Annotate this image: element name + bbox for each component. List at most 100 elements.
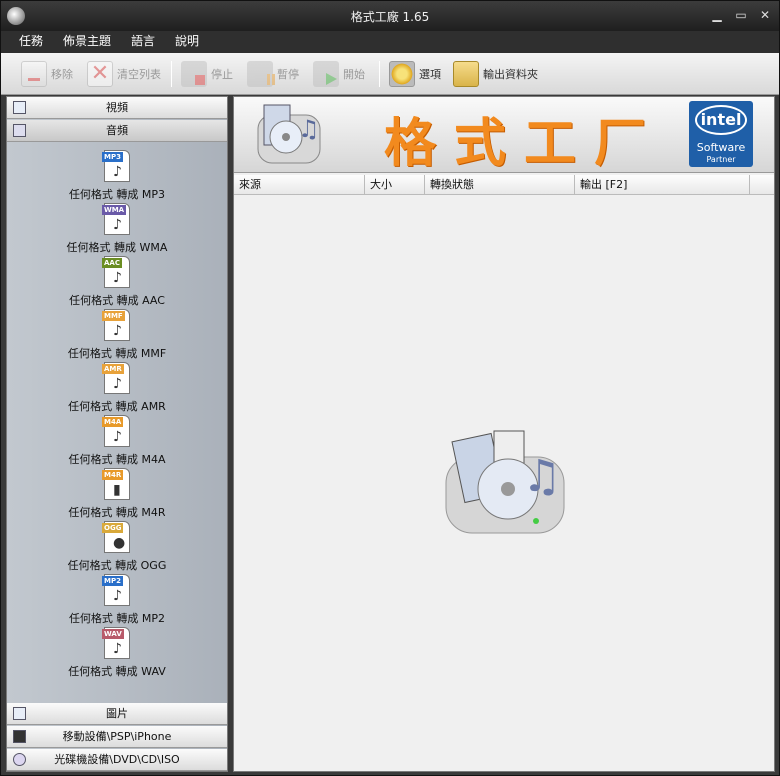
mp3-file-icon: MP3 ♪: [102, 150, 130, 182]
format-tag: MP2: [102, 576, 123, 586]
format-item-ogg[interactable]: OGG ● 任何格式 轉成 OGG: [7, 521, 227, 573]
intel-partner-badge[interactable]: intel Software Partner: [689, 101, 753, 167]
category-disc[interactable]: 光碟機設備\DVD\CD\ISO: [7, 749, 227, 771]
close-button[interactable]: ✕: [757, 8, 773, 22]
format-item-wav[interactable]: WAV ♪ 任何格式 轉成 WAV: [7, 627, 227, 679]
format-tag: WMA: [102, 205, 127, 215]
format-tag: OGG: [102, 523, 124, 533]
format-tag: AAC: [102, 258, 122, 268]
stop-button[interactable]: 停止: [181, 59, 233, 89]
stop-icon: [181, 61, 207, 87]
clear-list-button[interactable]: ✕ 清空列表: [87, 59, 161, 89]
mobile-device-icon: [13, 730, 26, 743]
toolbar-separator: [379, 61, 380, 87]
format-label: 任何格式 轉成 OGG: [67, 559, 167, 572]
format-label: 任何格式 轉成 MMF: [67, 347, 167, 360]
start-icon: [313, 61, 339, 87]
m4a-file-icon: M4A ♪: [102, 415, 130, 447]
format-item-mmf[interactable]: MMF ♪ 任何格式 轉成 MMF: [7, 309, 227, 361]
remove-icon: [21, 61, 47, 87]
wma-file-icon: WMA ♪: [102, 203, 130, 235]
mmf-file-icon: MMF ♪: [102, 309, 130, 341]
format-item-aac[interactable]: AAC ♪ 任何格式 轉成 AAC: [7, 256, 227, 308]
format-label: 任何格式 轉成 WAV: [68, 665, 166, 678]
output-folder-button[interactable]: 輸出資料夾: [453, 59, 538, 89]
remove-button[interactable]: 移除: [21, 59, 73, 89]
format-tag: MMF: [102, 311, 125, 321]
ogg-file-icon: OGG ●: [102, 521, 130, 553]
format-tag: AMR: [102, 364, 124, 374]
toolbar-separator: [171, 61, 172, 87]
column-extra[interactable]: [750, 175, 774, 195]
options-button[interactable]: 選項: [389, 59, 441, 89]
start-button[interactable]: 開始: [313, 59, 365, 89]
m4r-file-icon: M4R ▮: [102, 468, 130, 500]
task-table-header: 來源 大小 轉換狀態 輸出 [F2]: [234, 175, 774, 195]
svg-text:♫: ♫: [522, 451, 561, 502]
category-audio-label: 音頻: [106, 124, 128, 137]
window-title: 格式工廠 1.65: [350, 10, 430, 24]
toolbar: 移除 ✕ 清空列表 停止 暫停 開始 選項 輸出資料夾: [1, 53, 779, 95]
category-audio[interactable]: 音頻: [7, 120, 227, 142]
folder-icon: [453, 61, 479, 87]
mp2-file-icon: MP2 ♪: [102, 574, 130, 606]
category-picture-label: 圖片: [106, 707, 128, 720]
pause-button[interactable]: 暫停: [247, 59, 299, 89]
column-output[interactable]: 輸出 [F2]: [575, 175, 750, 195]
format-tag: WAV: [102, 629, 124, 639]
category-picture[interactable]: 圖片: [7, 703, 227, 725]
output-folder-label: 輸出資料夾: [483, 68, 538, 81]
task-panel: ♫ 格式工厂 intel Software Partner 來源 大小 轉換狀態…: [233, 96, 775, 772]
format-item-mp3[interactable]: MP3 ♪ 任何格式 轉成 MP3: [7, 150, 227, 202]
format-tag: M4A: [102, 417, 124, 427]
music-note-icon: [13, 124, 26, 137]
column-size[interactable]: 大小: [365, 175, 425, 195]
start-label: 開始: [343, 68, 365, 81]
brand-title: 格式工厂: [384, 113, 665, 174]
svg-text:♫: ♫: [298, 115, 320, 143]
category-mobile[interactable]: 移動設備\PSP\iPhone: [7, 726, 227, 748]
gear-icon: [389, 61, 415, 87]
menu-task[interactable]: 任務: [13, 31, 49, 51]
format-label: 任何格式 轉成 MP2: [68, 612, 166, 625]
minimize-button[interactable]: ▁: [709, 8, 725, 22]
maximize-button[interactable]: ▭: [733, 8, 749, 22]
format-item-m4r[interactable]: M4R ▮ 任何格式 轉成 M4R: [7, 468, 227, 520]
format-label: 任何格式 轉成 AMR: [68, 400, 166, 413]
format-tag: MP3: [102, 152, 123, 162]
pause-icon: [247, 61, 273, 87]
column-status[interactable]: 轉換狀態: [425, 175, 575, 195]
clear-list-label: 清空列表: [117, 68, 161, 81]
clear-list-icon: ✕: [87, 61, 113, 87]
format-label: 任何格式 轉成 AAC: [69, 294, 165, 307]
intel-word: intel: [700, 110, 742, 129]
banner: ♫ 格式工厂 intel Software Partner: [234, 97, 774, 174]
format-label: 任何格式 轉成 WMA: [66, 241, 168, 254]
menu-help[interactable]: 說明: [169, 31, 205, 51]
amr-file-icon: AMR ♪: [102, 362, 130, 394]
menu-bar: 任務 佈景主題 語言 說明: [1, 31, 779, 53]
column-source[interactable]: 來源: [234, 175, 365, 195]
title-bar: 格式工廠 1.65 ▁ ▭ ✕: [1, 1, 779, 31]
intel-software: Software: [696, 141, 746, 154]
menu-language[interactable]: 語言: [125, 31, 161, 51]
format-label: 任何格式 轉成 M4A: [68, 453, 166, 466]
category-video[interactable]: 視頻: [7, 97, 227, 119]
options-label: 選項: [419, 68, 441, 81]
category-panel: 視頻 音頻 MP3 ♪ 任何格式 轉成 MP3 WMA ♪ 任何格式 轉成 WMA AA…: [6, 96, 228, 772]
format-item-mp2[interactable]: MP2 ♪ 任何格式 轉成 MP2: [7, 574, 227, 626]
disc-icon: [13, 753, 26, 766]
app-window: 格式工廠 1.65 ▁ ▭ ✕ 任務 佈景主題 語言 說明 移除 ✕ 清空列表 停止 …: [0, 0, 780, 776]
remove-label: 移除: [51, 68, 73, 81]
format-label: 任何格式 轉成 M4R: [68, 506, 166, 519]
menu-theme[interactable]: 佈景主題: [57, 31, 117, 51]
format-item-m4a[interactable]: M4A ♪ 任何格式 轉成 M4A: [7, 415, 227, 467]
category-disc-label: 光碟機設備\DVD\CD\ISO: [54, 753, 180, 766]
category-mobile-label: 移動設備\PSP\iPhone: [62, 730, 172, 743]
format-factory-logo: ♫: [257, 104, 321, 164]
video-icon: [13, 101, 26, 114]
format-item-wma[interactable]: WMA ♪ 任何格式 轉成 WMA: [7, 203, 227, 255]
picture-icon: [13, 707, 26, 720]
format-item-amr[interactable]: AMR ♪ 任何格式 轉成 AMR: [7, 362, 227, 414]
pause-label: 暫停: [277, 68, 299, 81]
